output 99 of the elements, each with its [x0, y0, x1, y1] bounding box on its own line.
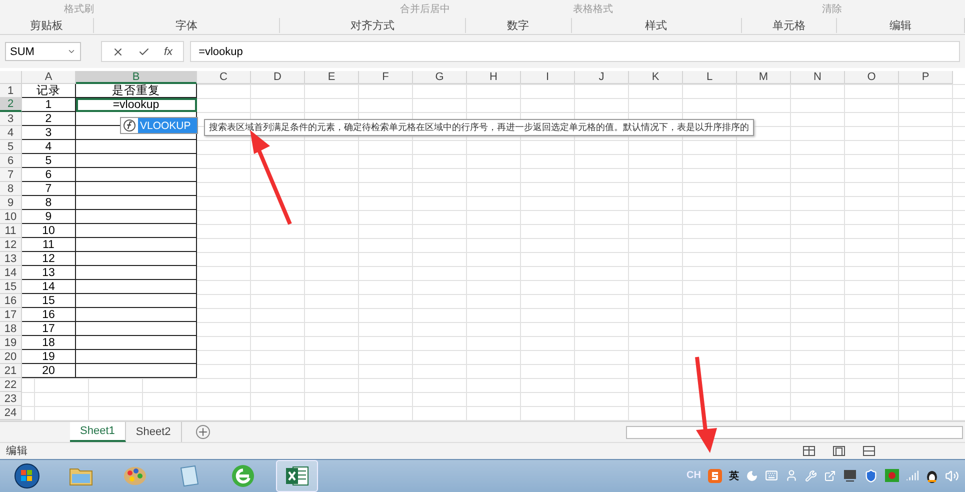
table-cell: 15 [22, 294, 76, 308]
table-cell: 7 [22, 182, 76, 196]
table-cell: 10 [22, 224, 76, 238]
table-cell: 12 [22, 252, 76, 266]
wrench-icon[interactable] [805, 470, 817, 482]
start-orb-icon[interactable] [14, 462, 40, 489]
column-header[interactable]: I [521, 71, 575, 84]
row-header[interactable]: 19 [0, 336, 22, 350]
column-header[interactable]: A [22, 71, 76, 84]
table-cell: 6 [22, 168, 76, 182]
row-header[interactable]: 10 [0, 210, 22, 224]
folder-icon[interactable] [69, 466, 93, 486]
formula-input[interactable]: =vlookup [190, 41, 960, 62]
row-header[interactable]: 7 [0, 168, 22, 182]
row-header[interactable]: 22 [0, 378, 22, 392]
row-header[interactable]: 17 [0, 308, 22, 322]
moon-icon[interactable] [746, 470, 758, 482]
row-header[interactable]: 3 [0, 112, 22, 126]
ribbon-group-label: 单元格 [742, 18, 837, 32]
input-method-icon[interactable] [708, 468, 722, 483]
row-header[interactable]: 5 [0, 140, 22, 154]
row-header[interactable]: 24 [0, 406, 22, 420]
column-header[interactable]: K [629, 71, 683, 84]
horizontal-scrollbar[interactable] [626, 426, 963, 440]
row-header[interactable]: 13 [0, 252, 22, 266]
page-layout-icon[interactable] [833, 446, 845, 456]
keyboard-icon[interactable] [765, 469, 778, 482]
column-header[interactable]: M [737, 71, 791, 84]
table-cell: 记录 [22, 84, 76, 98]
row-header[interactable]: 16 [0, 294, 22, 308]
external-link-icon[interactable] [824, 470, 836, 482]
row-header[interactable]: 11 [0, 224, 22, 238]
insert-function-button[interactable]: fx [164, 46, 173, 58]
column-header[interactable]: F [359, 71, 413, 84]
row-header[interactable]: 18 [0, 322, 22, 336]
volume-icon[interactable] [945, 468, 959, 483]
table-cell: 3 [22, 126, 76, 140]
row-header[interactable]: 8 [0, 182, 22, 196]
table-cell: 9 [22, 210, 76, 224]
column-header[interactable]: G [413, 71, 467, 84]
row-header[interactable]: 23 [0, 392, 22, 406]
cancel-icon[interactable] [112, 46, 124, 58]
column-header[interactable]: J [575, 71, 629, 84]
row-header[interactable]: 2 [0, 98, 22, 112]
column-header[interactable]: N [791, 71, 845, 84]
input-mode-indicator[interactable]: 英 [729, 468, 739, 483]
normal-view-icon[interactable] [803, 446, 815, 456]
ribbon-group-label: 剪贴板 [0, 18, 94, 32]
ribbon-group-label: 编辑 [836, 18, 965, 32]
name-box[interactable]: SUM [5, 42, 81, 62]
enter-icon[interactable] [138, 46, 150, 58]
column-header[interactable]: O [845, 71, 899, 84]
table-cell: 14 [22, 280, 76, 294]
table-cell: 8 [22, 196, 76, 210]
table-cell: 17 [22, 322, 76, 336]
row-header[interactable]: 15 [0, 280, 22, 294]
table-cell: 20 [22, 364, 76, 378]
table-cell: 2 [22, 112, 76, 126]
table-cell: 13 [22, 266, 76, 280]
table-cell: =vlookup [76, 98, 197, 112]
ribbon-group-label: 对齐方式 [280, 18, 466, 32]
table-cell: 19 [22, 350, 76, 364]
monitor-icon[interactable] [843, 469, 857, 482]
ribbon-group-label: 字体 [94, 18, 280, 32]
table-cell: 4 [22, 140, 76, 154]
column-header[interactable]: B [76, 71, 197, 84]
column-header[interactable]: D [251, 71, 305, 84]
table-cell: 5 [22, 154, 76, 168]
ribbon-group-label: 数字 [466, 18, 572, 32]
penguin-icon[interactable] [926, 468, 938, 483]
column-header[interactable]: P [899, 71, 953, 84]
row-header[interactable]: 14 [0, 266, 22, 280]
function-tooltip: 搜索表区域首列满足条件的元素，确定待检索单元格在区域中的行序号，再进一步返回选定单元格的值。默认情况下，表是以升序排序的 [204, 119, 754, 136]
row-header[interactable]: 1 [0, 84, 22, 98]
user-icon[interactable] [785, 469, 798, 482]
column-header[interactable]: L [683, 71, 737, 84]
table-cell: 18 [22, 336, 76, 350]
row-header[interactable]: 20 [0, 350, 22, 364]
add-sheet-icon[interactable] [196, 424, 210, 439]
sheet-tab[interactable]: Sheet1 [70, 422, 126, 442]
table-cell: 1 [22, 98, 76, 112]
column-header[interactable]: E [305, 71, 359, 84]
ribbon-group-label: 样式 [572, 18, 742, 32]
row-header[interactable]: 9 [0, 196, 22, 210]
browser-globe-icon[interactable] [231, 464, 255, 488]
table-cell: 是否重复 [76, 84, 197, 98]
status-text: 编辑 [6, 444, 28, 458]
table-cell: 16 [22, 308, 76, 322]
column-header[interactable]: C [197, 71, 251, 84]
spreadsheet-app-icon[interactable] [285, 464, 309, 487]
row-header[interactable]: 4 [0, 126, 22, 140]
page-break-icon[interactable] [863, 446, 875, 456]
shield-icon[interactable] [864, 468, 878, 483]
column-header[interactable]: H [467, 71, 521, 84]
row-header[interactable]: 21 [0, 364, 22, 378]
table-cell: 11 [22, 238, 76, 252]
row-header[interactable]: 12 [0, 238, 22, 252]
notepad-icon[interactable] [178, 464, 200, 488]
row-header[interactable]: 6 [0, 154, 22, 168]
